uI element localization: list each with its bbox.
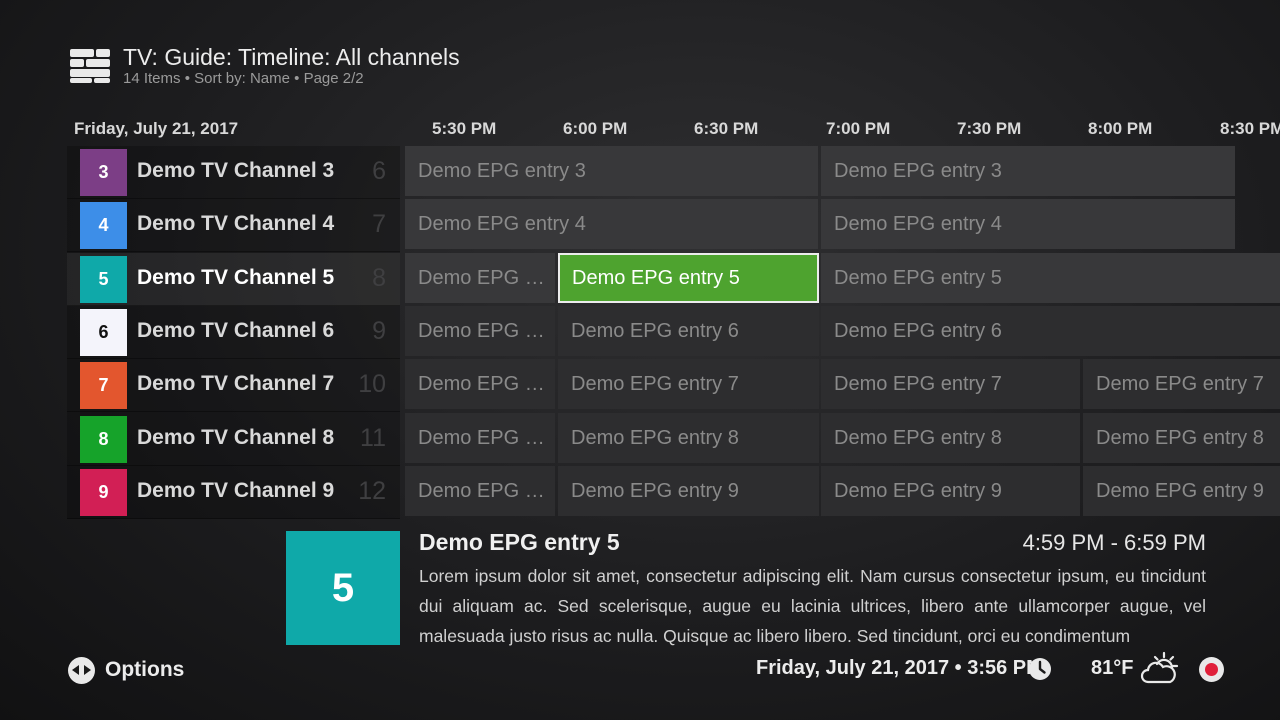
info-time-range: 4:59 PM - 6:59 PM	[1022, 530, 1206, 555]
epg-entry[interactable]: Demo EPG entry 8	[821, 413, 1080, 463]
epg-entry[interactable]: Demo EPG entry 7	[405, 359, 555, 409]
epg-entry[interactable]: Demo EPG entry 6	[558, 306, 819, 356]
channel-row[interactable]: 9 Demo TV Channel 9 12	[67, 466, 400, 519]
epg-entry[interactable]: Demo EPG entry 4	[821, 199, 1235, 249]
weather-partly-sunny-icon	[1140, 651, 1179, 684]
timeline-time-label: 6:30 PM	[694, 119, 759, 138]
channel-row[interactable]: 3 Demo TV Channel 3 6	[67, 146, 400, 199]
epg-entry[interactable]: Demo EPG entry 5	[405, 253, 555, 303]
timeline-time-label: 6:00 PM	[563, 119, 628, 138]
info-description: Lorem ipsum dolor sit amet, consectetur …	[419, 566, 1206, 646]
epg-entry[interactable]: Demo EPG entry 9	[821, 466, 1080, 516]
page-subtitle: 14 Items • Sort by: Name • Page 2/2	[123, 70, 364, 87]
channel-name: Demo TV Channel 9	[137, 479, 335, 502]
epg-entry[interactable]: Demo EPG entry 9	[1083, 466, 1280, 516]
footer-datetime: Friday, July 21, 2017 • 3:56 PM	[756, 657, 1043, 679]
channel-number: 8	[372, 264, 386, 292]
channel-logo: 5	[80, 256, 127, 303]
channel-name: Demo TV Channel 3	[137, 159, 335, 182]
temperature: 81°F	[1091, 657, 1134, 679]
channel-row[interactable]: 7 Demo TV Channel 7 10	[67, 359, 400, 412]
channel-number: 11	[360, 424, 386, 452]
channel-row[interactable]: 8 Demo TV Channel 8 11	[67, 413, 400, 466]
channel-name: Demo TV Channel 6	[137, 319, 335, 342]
channel-number: 9	[372, 317, 386, 345]
options-icon	[68, 656, 95, 684]
epg-entry[interactable]: Demo EPG entry 9	[405, 466, 555, 516]
epg-entry[interactable]: Demo EPG entry 8	[405, 413, 555, 463]
channel-row[interactable]: 4 Demo TV Channel 4 7	[67, 199, 400, 252]
channel-number: 7	[372, 210, 386, 238]
channel-number: 6	[372, 157, 386, 185]
channel-logo: 6	[80, 309, 127, 356]
channel-logo: 9	[80, 469, 127, 516]
channel-logo: 7	[80, 362, 127, 409]
channel-name: Demo TV Channel 8	[137, 426, 335, 449]
options-label: Options	[105, 658, 185, 681]
epg-entry[interactable]: Demo EPG entry 7	[558, 359, 819, 409]
epg-entry[interactable]: Demo EPG entry 8	[558, 413, 819, 463]
epg-entry[interactable]: Demo EPG entry 3	[821, 146, 1235, 196]
epg-entry[interactable]: Demo EPG entry 5	[821, 253, 1280, 303]
channel-name: Demo TV Channel 4	[137, 212, 335, 235]
timeline-time-label: 8:00 PM	[1088, 119, 1153, 138]
guide-icon	[70, 49, 110, 83]
timeline-time-label: 7:00 PM	[826, 119, 891, 138]
epg-entry[interactable]: Demo EPG entry 6	[821, 306, 1280, 356]
channel-number: 10	[358, 370, 386, 398]
epg-entry[interactable]: Demo EPG entry 7	[1083, 359, 1280, 409]
channel-logo: 8	[80, 416, 127, 463]
channel-row[interactable]: 6 Demo TV Channel 6 9	[67, 306, 400, 359]
timeline-time-label: 5:30 PM	[432, 119, 497, 138]
info-program-title: Demo EPG entry 5	[419, 529, 620, 555]
epg-entry[interactable]: Demo EPG entry 4	[405, 199, 818, 249]
channel-row[interactable]: 5 Demo TV Channel 5 8	[67, 253, 400, 306]
options-button[interactable]: Options	[68, 656, 184, 684]
epg-grid: Demo EPG entry 3 Demo EPG entry 3 Demo EPG…	[405, 146, 1280, 519]
timeline-date: Friday, July 21, 2017	[74, 119, 239, 138]
clock-icon	[1029, 658, 1051, 680]
channel-logo: 4	[80, 202, 127, 249]
epg-entry[interactable]: Demo EPG entry 6	[405, 306, 555, 356]
timeline-time-label: 8:30 PM	[1220, 119, 1280, 138]
page-title: TV: Guide: Timeline: All channels	[123, 44, 460, 70]
info-channel-logo: 5	[286, 531, 400, 645]
epg-entry[interactable]: Demo EPG entry 3	[405, 146, 818, 196]
channel-name: Demo TV Channel 5	[137, 266, 335, 289]
record-icon[interactable]	[1199, 657, 1224, 682]
channel-number: 12	[358, 477, 386, 505]
epg-entry[interactable]: Demo EPG entry 7	[821, 359, 1080, 409]
channel-logo: 3	[80, 149, 127, 196]
tv-guide-screen: TV: Guide: Timeline: All channels 14 Ite…	[0, 0, 1280, 720]
epg-entry[interactable]: Demo EPG entry 8	[1083, 413, 1280, 463]
channel-name: Demo TV Channel 7	[137, 372, 335, 395]
timeline-time-label: 7:30 PM	[957, 119, 1022, 138]
epg-entry[interactable]: Demo EPG entry 9	[558, 466, 819, 516]
epg-entry-focused[interactable]: Demo EPG entry 5	[558, 253, 819, 303]
channel-list: 3 Demo TV Channel 3 6 4 Demo TV Channel 475D…	[67, 146, 400, 519]
